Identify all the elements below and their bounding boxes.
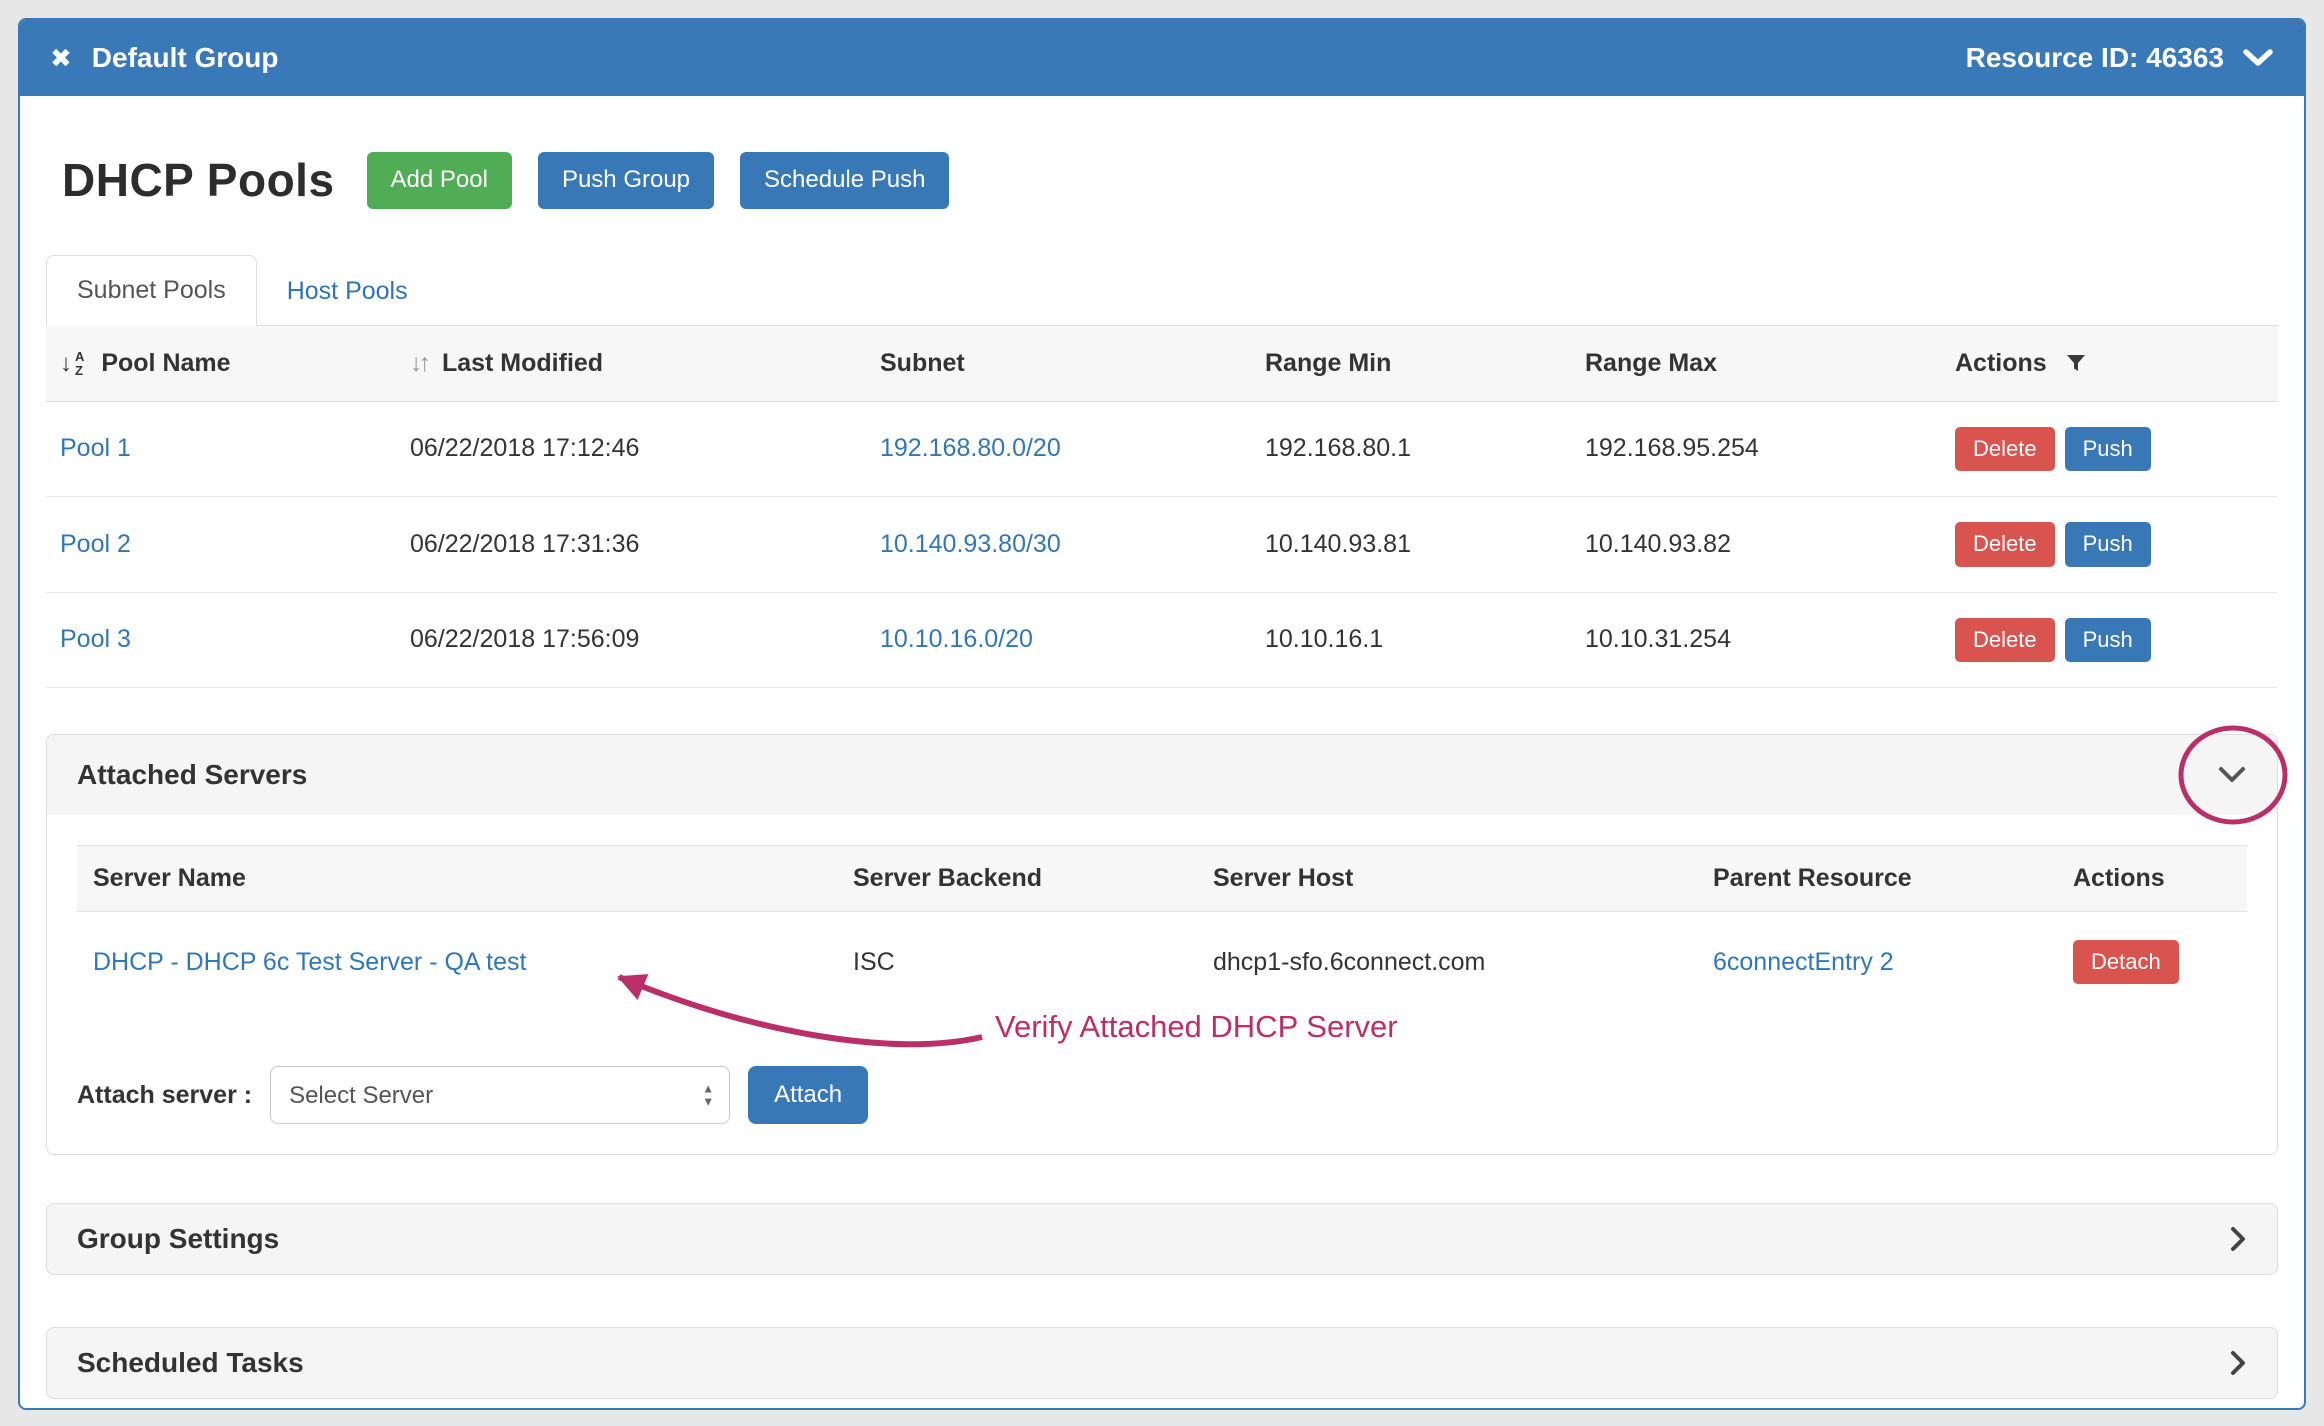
scheduled-tasks-title: Scheduled Tasks bbox=[77, 1347, 304, 1379]
servers-table: Server Name Server Backend Server Host P… bbox=[77, 845, 2247, 1012]
schedule-push-button[interactable]: Schedule Push bbox=[740, 152, 949, 209]
servers-header-row: Server Name Server Backend Server Host P… bbox=[77, 845, 2247, 911]
pools-table: ↓ A Z Pool Name ↓↑ Last Modified Subnet bbox=[46, 326, 2278, 688]
group-title: Default Group bbox=[92, 42, 279, 74]
push-group-button[interactable]: Push Group bbox=[538, 152, 714, 209]
tab-host-pools[interactable]: Host Pools bbox=[257, 257, 438, 326]
pool-row-2: Pool 2 06/22/2018 17:31:36 10.140.93.80/… bbox=[46, 497, 2278, 592]
pool-range-min: 10.140.93.81 bbox=[1251, 497, 1571, 592]
col-range-max: Range Max bbox=[1571, 326, 1941, 402]
pool-subnet-link[interactable]: 10.140.93.80/30 bbox=[880, 530, 1061, 558]
chevron-right-icon[interactable] bbox=[2229, 1349, 2247, 1377]
attach-button[interactable]: Attach bbox=[748, 1066, 868, 1124]
pool-range-max: 192.168.95.254 bbox=[1571, 401, 1941, 496]
pool-modified: 06/22/2018 17:56:09 bbox=[396, 592, 866, 687]
panel-collapse-chevron-icon[interactable] bbox=[2242, 47, 2274, 69]
pool-name-link[interactable]: Pool 3 bbox=[60, 625, 131, 653]
attach-server-select[interactable]: Select Server bbox=[270, 1066, 730, 1124]
attach-server-label: Attach server : bbox=[77, 1081, 252, 1110]
pool-name-link[interactable]: Pool 1 bbox=[60, 434, 131, 462]
col-parent-resource: Parent Resource bbox=[1697, 845, 2057, 911]
default-group-panel: ✖ Default Group Resource ID: 46363 DHCP … bbox=[18, 18, 2306, 1410]
col-last-modified-label: Last Modified bbox=[442, 349, 603, 377]
group-header-right: Resource ID: 46363 bbox=[1966, 42, 2274, 74]
delete-pool-button[interactable]: Delete bbox=[1955, 618, 2055, 662]
pool-row-3: Pool 3 06/22/2018 17:56:09 10.10.16.0/20… bbox=[46, 592, 2278, 687]
filter-icon[interactable] bbox=[2064, 351, 2088, 375]
col-last-modified[interactable]: ↓↑ Last Modified bbox=[396, 326, 866, 402]
col-server-backend: Server Backend bbox=[837, 845, 1197, 911]
pool-row-1: Pool 1 06/22/2018 17:12:46 192.168.80.0/… bbox=[46, 401, 2278, 496]
panel-body: DHCP Pools Add Pool Push Group Schedule … bbox=[20, 96, 2304, 1410]
delete-pool-button[interactable]: Delete bbox=[1955, 522, 2055, 566]
group-settings-title: Group Settings bbox=[77, 1223, 279, 1255]
col-pool-name-label: Pool Name bbox=[101, 349, 230, 377]
attached-servers-panel: Attached Servers Server Name Server Back… bbox=[46, 734, 2278, 1155]
detach-server-button[interactable]: Detach bbox=[2073, 940, 2179, 984]
pool-subnet-link[interactable]: 10.10.16.0/20 bbox=[880, 625, 1033, 653]
tab-subnet-pools[interactable]: Subnet Pools bbox=[46, 255, 257, 326]
col-actions-label: Actions bbox=[1955, 349, 2047, 377]
pool-range-min: 192.168.80.1 bbox=[1251, 401, 1571, 496]
attached-servers-header[interactable]: Attached Servers bbox=[47, 735, 2277, 815]
push-pool-button[interactable]: Push bbox=[2065, 427, 2151, 471]
col-range-min: Range Min bbox=[1251, 326, 1571, 402]
attach-server-row: Attach server : Select Server ▲ ▼ Attach bbox=[77, 1066, 2247, 1124]
pool-subnet-link[interactable]: 192.168.80.0/20 bbox=[880, 434, 1061, 462]
group-settings-panel[interactable]: Group Settings bbox=[46, 1203, 2278, 1275]
sort-alpha-icon[interactable]: ↓ A Z bbox=[60, 350, 84, 377]
col-subnet: Subnet bbox=[866, 326, 1251, 402]
col-pool-name[interactable]: ↓ A Z Pool Name bbox=[46, 326, 396, 402]
col-server-actions: Actions bbox=[2057, 845, 2247, 911]
pool-range-max: 10.140.93.82 bbox=[1571, 497, 1941, 592]
col-actions: Actions bbox=[1941, 326, 2278, 402]
attached-servers-title: Attached Servers bbox=[77, 759, 307, 791]
col-server-host: Server Host bbox=[1197, 845, 1697, 911]
sort-updown-icon[interactable]: ↓↑ bbox=[410, 349, 427, 377]
parent-resource-link[interactable]: 6connectEntry 2 bbox=[1713, 948, 1894, 976]
group-header-left: ✖ Default Group bbox=[50, 42, 278, 74]
pool-range-min: 10.10.16.1 bbox=[1251, 592, 1571, 687]
pool-range-max: 10.10.31.254 bbox=[1571, 592, 1941, 687]
resource-id-label: Resource ID: 46363 bbox=[1966, 42, 2224, 74]
add-pool-button[interactable]: Add Pool bbox=[367, 152, 512, 209]
heading-row: DHCP Pools Add Pool Push Group Schedule … bbox=[62, 152, 2278, 209]
server-host: dhcp1-sfo.6connect.com bbox=[1197, 911, 1697, 1012]
delete-pool-button[interactable]: Delete bbox=[1955, 427, 2055, 471]
server-row: DHCP - DHCP 6c Test Server - QA test ISC… bbox=[77, 911, 2247, 1012]
pool-modified: 06/22/2018 17:31:36 bbox=[396, 497, 866, 592]
attach-server-select-wrap: Select Server ▲ ▼ bbox=[270, 1066, 730, 1124]
pool-tabs: Subnet Pools Host Pools bbox=[46, 255, 2278, 326]
pools-header-row: ↓ A Z Pool Name ↓↑ Last Modified Subnet bbox=[46, 326, 2278, 402]
push-pool-button[interactable]: Push bbox=[2065, 618, 2151, 662]
pool-modified: 06/22/2018 17:12:46 bbox=[396, 401, 866, 496]
close-icon[interactable]: ✖ bbox=[50, 45, 72, 71]
scheduled-tasks-panel[interactable]: Scheduled Tasks bbox=[46, 1327, 2278, 1399]
col-server-name: Server Name bbox=[77, 845, 837, 911]
server-backend: ISC bbox=[837, 911, 1197, 1012]
pool-name-link[interactable]: Pool 2 bbox=[60, 530, 131, 558]
attached-servers-body: Server Name Server Backend Server Host P… bbox=[47, 815, 2277, 1154]
push-pool-button[interactable]: Push bbox=[2065, 522, 2151, 566]
page-title: DHCP Pools bbox=[62, 153, 335, 207]
group-panel-header: ✖ Default Group Resource ID: 46363 bbox=[20, 20, 2304, 96]
chevron-right-icon[interactable] bbox=[2229, 1225, 2247, 1253]
server-name-link[interactable]: DHCP - DHCP 6c Test Server - QA test bbox=[93, 948, 526, 976]
attached-servers-chevron-icon[interactable] bbox=[2217, 765, 2247, 785]
